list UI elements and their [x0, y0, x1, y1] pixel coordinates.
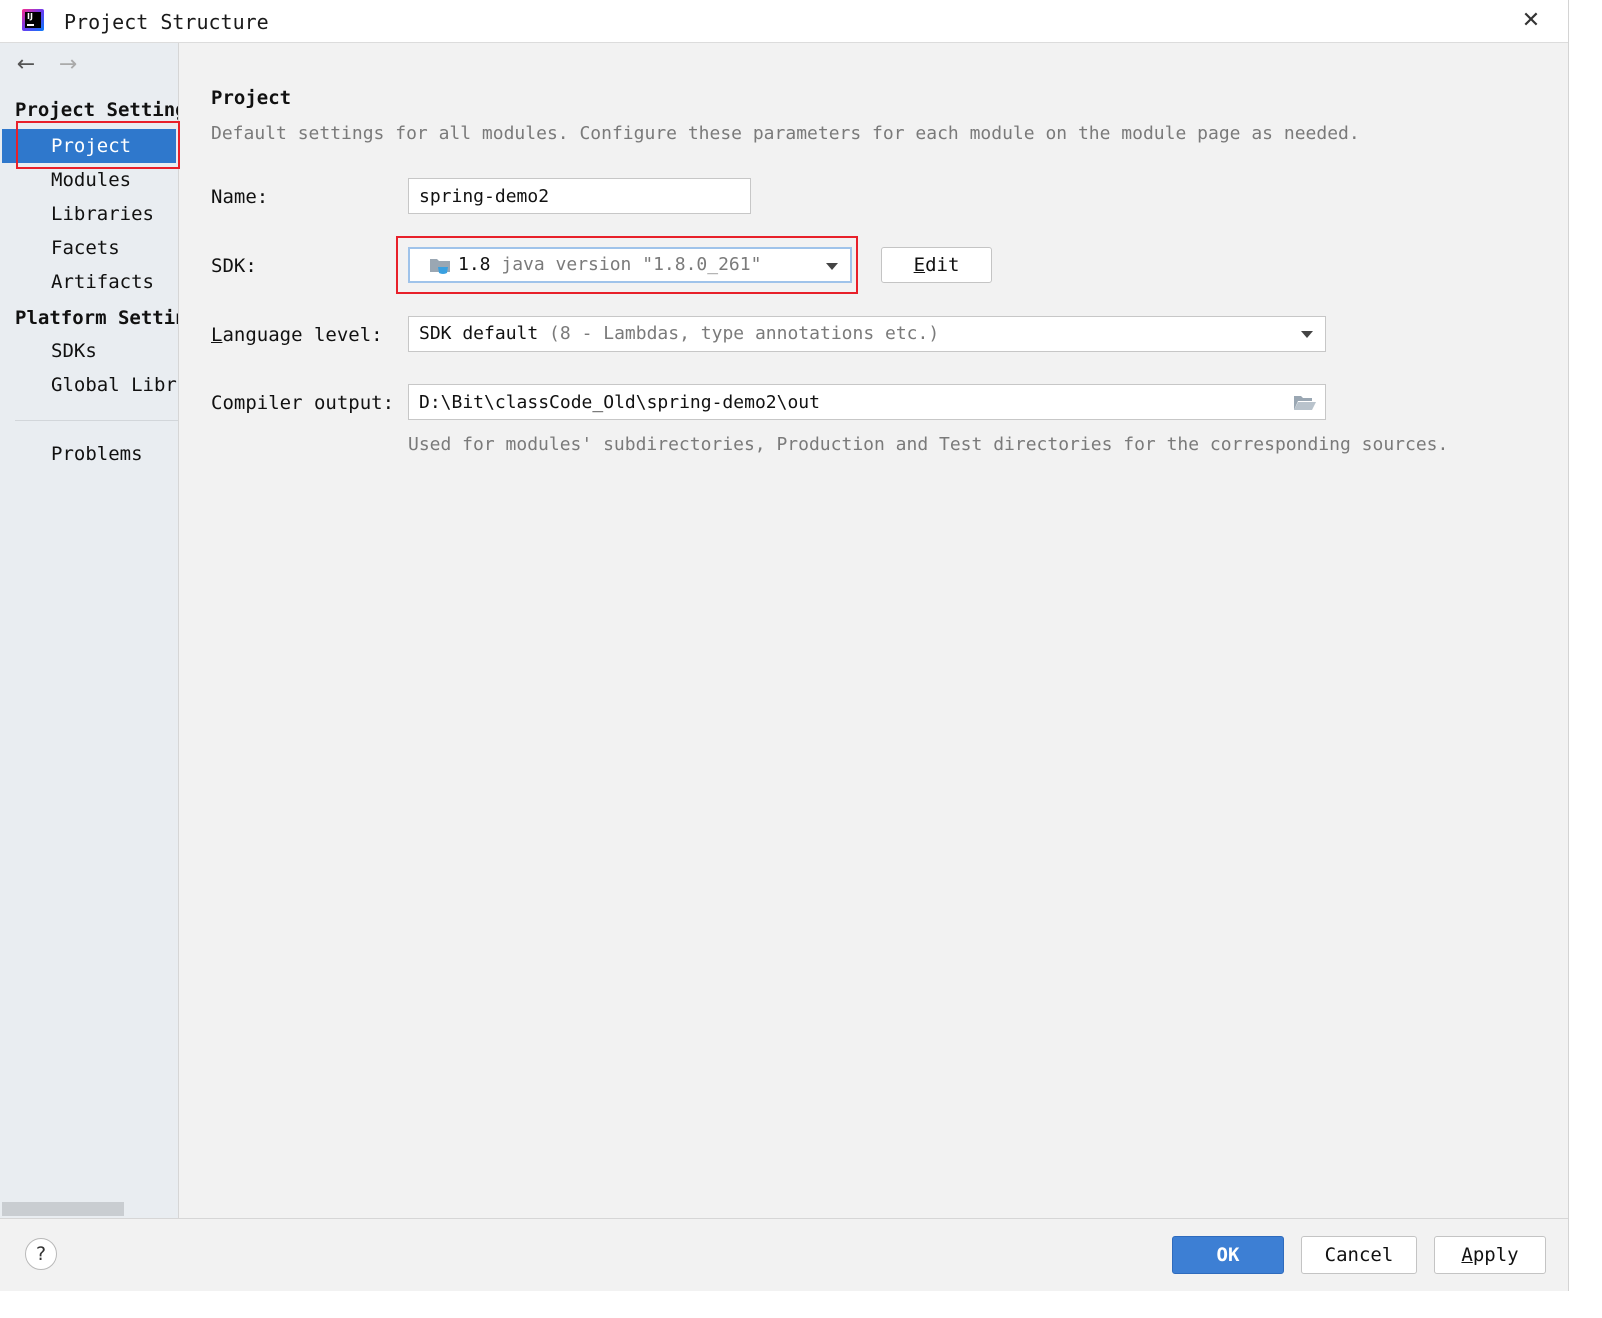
intellij-idea-icon: IJ [22, 9, 44, 31]
sidebar-divider [15, 420, 178, 421]
language-level-dropdown[interactable]: SDK default (8 - Lambdas, type annotatio… [408, 316, 1326, 352]
forward-arrow-icon[interactable]: → [54, 51, 82, 79]
name-input[interactable] [408, 178, 751, 214]
compiler-output-hint: Used for modules' subdirectories, Produc… [408, 434, 1449, 455]
close-icon[interactable]: ✕ [1516, 6, 1546, 36]
page-description: Default settings for all modules. Config… [211, 123, 1360, 144]
cancel-button[interactable]: Cancel [1301, 1236, 1417, 1274]
dialog-footer: ? OK Cancel Apply [0, 1218, 1568, 1291]
sidebar-item-project[interactable]: Project [2, 129, 176, 163]
name-label: Name: [211, 186, 269, 208]
language-level-value: SDK default [419, 323, 539, 344]
sidebar-item-problems[interactable]: Problems [0, 437, 178, 471]
main-panel: Project Default settings for all modules… [179, 43, 1568, 1218]
apply-button[interactable]: Apply [1434, 1236, 1546, 1274]
language-level-detail: (8 - Lambdas, type annotations etc.) [538, 323, 940, 344]
project-structure-dialog: IJ Project Structure ✕ ← → Project Setti… [0, 0, 1569, 1291]
sidebar: ← → Project Settings Project Modules Lib… [0, 43, 179, 1218]
sidebar-item-artifacts[interactable]: Artifacts [0, 265, 178, 299]
sidebar-item-global-libraries[interactable]: Global Libraries [0, 368, 178, 402]
platform-settings-heading: Platform Settings [15, 307, 178, 329]
edit-sdk-button[interactable]: Edit [881, 247, 992, 283]
open-folder-icon[interactable] [1294, 395, 1316, 411]
page-title: Project [211, 87, 292, 109]
chevron-down-icon [1301, 331, 1313, 338]
sidebar-item-modules[interactable]: Modules [0, 163, 178, 197]
sidebar-item-sdks[interactable]: SDKs [0, 334, 178, 368]
ok-button[interactable]: OK [1172, 1236, 1284, 1274]
sdk-label: SDK: [211, 255, 257, 277]
window-title: Project Structure [64, 10, 269, 34]
sidebar-horizontal-scrollbar[interactable] [2, 1202, 124, 1216]
sdk-version-detail: java version "1.8.0_261" [490, 254, 762, 275]
chevron-down-icon [826, 263, 838, 270]
background-strip [1569, 0, 1602, 1318]
project-settings-heading: Project Settings [15, 99, 178, 121]
compiler-output-label: Compiler output: [211, 392, 395, 414]
language-level-label: Language level: [211, 324, 383, 346]
compiler-output-input[interactable] [408, 384, 1326, 420]
title-bar: IJ Project Structure ✕ [0, 0, 1568, 43]
java-sdk-folder-icon [430, 259, 450, 274]
sidebar-item-libraries[interactable]: Libraries [0, 197, 178, 231]
back-arrow-icon[interactable]: ← [12, 51, 40, 79]
sidebar-item-facets[interactable]: Facets [0, 231, 178, 265]
sdk-dropdown[interactable]: 1.8 java version "1.8.0_261" [408, 247, 852, 283]
sdk-version: 1.8 [458, 254, 491, 275]
help-icon[interactable]: ? [25, 1238, 57, 1270]
